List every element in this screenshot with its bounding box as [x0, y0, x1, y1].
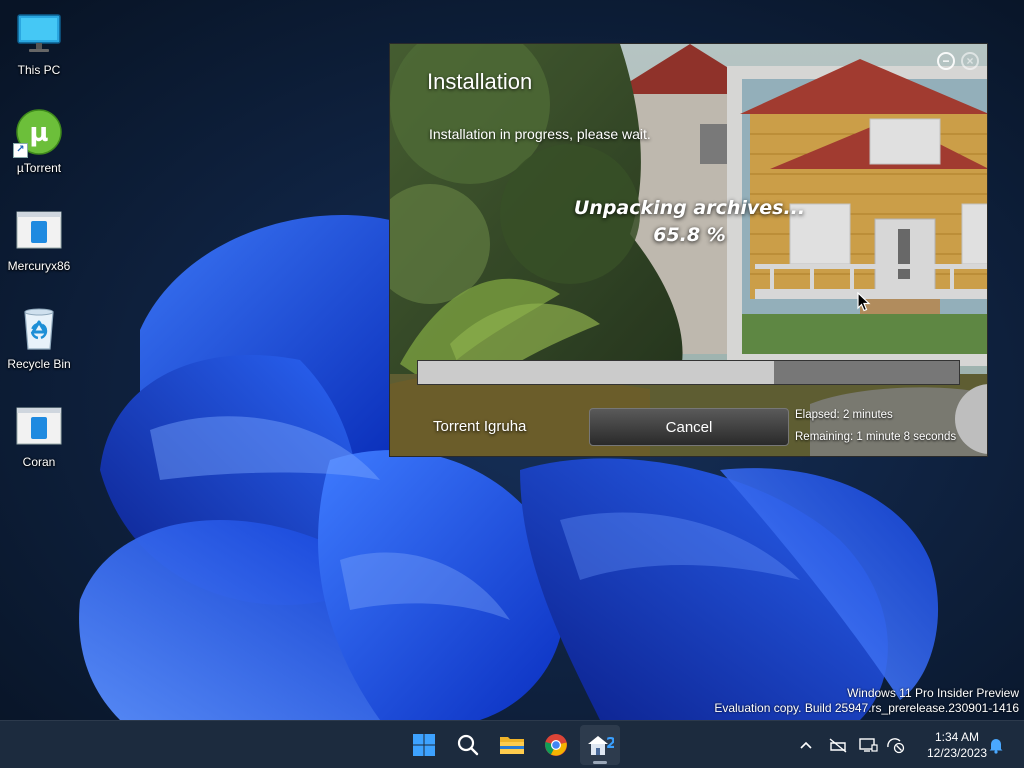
recycle-bin-icon [15, 304, 63, 352]
desktop-icon-label: This PC [17, 63, 61, 77]
start-icon [413, 734, 435, 756]
installer-window[interactable]: Installation Installation in progress, p… [389, 43, 988, 457]
window-controls: − × [937, 52, 979, 70]
chrome-button[interactable] [536, 725, 576, 765]
network-off-icon [829, 738, 847, 753]
progress-fill [418, 361, 774, 384]
svg-text:2: 2 [606, 734, 614, 752]
taskbar: 2 1:34 AM 12/23/2023 [0, 720, 1024, 768]
desktop-icon-label: Coran [22, 455, 56, 469]
search-icon [457, 734, 479, 756]
close-button[interactable]: × [961, 52, 979, 70]
remaining-time: Remaining: 1 minute 8 seconds [795, 431, 957, 443]
cancel-button[interactable]: Cancel [589, 408, 789, 446]
show-hidden-icons-button[interactable] [796, 735, 816, 755]
installer-title: Installation [427, 69, 533, 94]
elapsed-time: Elapsed: 2 minutes [795, 409, 893, 421]
installer-app-icon: 2 [588, 734, 614, 755]
active-app-indicator [593, 761, 607, 764]
chevron-up-icon [800, 741, 812, 749]
network-status-button[interactable] [828, 735, 848, 755]
shortcut-arrow-icon: ↗ [13, 143, 28, 158]
quick-settings-button[interactable] [886, 735, 906, 755]
clock[interactable]: 1:34 AM 12/23/2023 [924, 729, 990, 761]
display-button[interactable] [858, 735, 878, 755]
app-icon [15, 402, 63, 450]
start-button[interactable] [404, 725, 444, 765]
search-button[interactable] [448, 725, 488, 765]
clock-time: 1:34 AM [934, 730, 980, 744]
file-explorer-button[interactable] [492, 725, 532, 765]
installer-subtitle: Installation in progress, please wait. [429, 126, 651, 142]
percent-text: 65.8 % [653, 224, 726, 246]
mouse-cursor-icon [857, 292, 871, 312]
desktop-icon-recycle-bin[interactable]: Recycle Bin [4, 300, 74, 384]
installer-background-image [390, 44, 987, 456]
settings-off-icon [887, 738, 905, 754]
monitor-icon [15, 10, 63, 58]
svg-text:µ: µ [29, 118, 48, 148]
file-explorer-icon [500, 737, 524, 754]
desktop-icon-label: Mercuryx86 [7, 259, 71, 273]
desktop-icon-coran[interactable]: Coran [4, 398, 74, 482]
desktop-icon-this-pc[interactable]: This PC [4, 6, 74, 90]
watermark-edition: Windows 11 Pro Insider Preview [847, 686, 1019, 700]
display-icon [859, 738, 878, 752]
clock-date: 12/23/2023 [926, 746, 988, 760]
progress-bar [417, 360, 960, 385]
notifications-button[interactable] [986, 735, 1006, 755]
installer-taskbar-button[interactable]: 2 [580, 725, 620, 765]
desktop-icon-label: Recycle Bin [7, 357, 71, 371]
desktop-icon-utorrent[interactable]: µ ↗ µTorrent [4, 104, 74, 188]
minimize-button[interactable]: − [937, 52, 955, 70]
desktop-icon-label: µTorrent [16, 161, 62, 175]
utorrent-icon: µ ↗ [13, 108, 63, 158]
chrome-icon [545, 734, 567, 756]
status-text: Unpacking archives... [573, 197, 806, 219]
desktop-icon-mercuryx86[interactable]: Mercuryx86 [4, 202, 74, 286]
watermark-build: Evaluation copy. Build 25947.rs_prerelea… [714, 701, 1019, 715]
bell-icon [989, 739, 1003, 754]
app-icon [15, 206, 63, 254]
brand-label: Torrent Igruha [433, 418, 527, 435]
